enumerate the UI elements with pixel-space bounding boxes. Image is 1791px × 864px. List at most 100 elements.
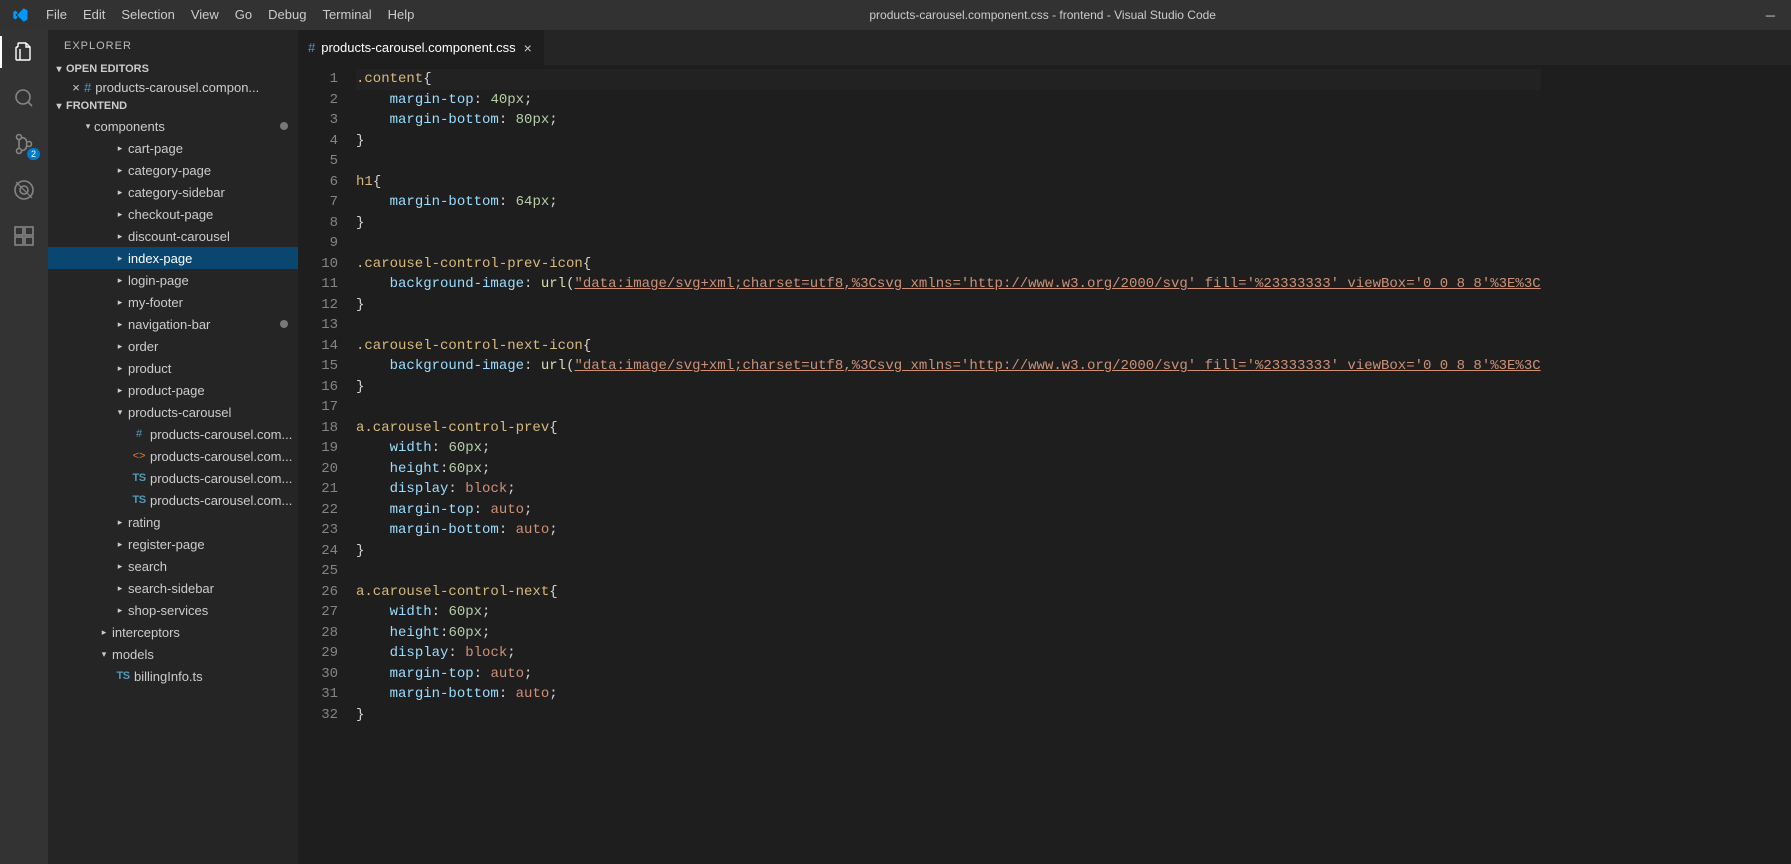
code-line[interactable]: margin-top: auto; <box>356 500 1541 521</box>
close-icon[interactable]: × <box>68 80 84 95</box>
tree-folder[interactable]: ▸interceptors <box>48 621 298 643</box>
tab-bar: # products-carousel.component.css × <box>298 30 1791 65</box>
code-line[interactable]: display: block; <box>356 479 1541 500</box>
code-line[interactable]: margin-top: 40px; <box>356 90 1541 111</box>
code-line[interactable]: width: 60px; <box>356 438 1541 459</box>
workspace-header[interactable]: ▾ FRONTEND <box>48 97 298 115</box>
line-number: 15 <box>298 356 338 377</box>
debug-icon[interactable] <box>10 176 38 204</box>
code-line[interactable]: margin-bottom: 80px; <box>356 110 1541 131</box>
tree-folder[interactable]: ▸product-page <box>48 379 298 401</box>
minimize-button[interactable]: ─ <box>1766 8 1775 23</box>
tree-folder[interactable]: ▸cart-page <box>48 137 298 159</box>
tree-item-label: interceptors <box>112 625 180 640</box>
open-editors-header[interactable]: ▾ OPEN EDITORS <box>48 60 298 78</box>
code-line[interactable]: margin-bottom: 64px; <box>356 192 1541 213</box>
code-line[interactable]: background-image: url("data:image/svg+xm… <box>356 356 1541 377</box>
search-icon[interactable] <box>10 84 38 112</box>
line-number: 11 <box>298 274 338 295</box>
code-line[interactable]: height:60px; <box>356 623 1541 644</box>
code-line[interactable]: } <box>356 131 1541 152</box>
code-line[interactable]: height:60px; <box>356 459 1541 480</box>
code-line[interactable]: margin-bottom: auto; <box>356 520 1541 541</box>
code-line[interactable]: } <box>356 705 1541 726</box>
code-line[interactable]: a.carousel-control-prev{ <box>356 418 1541 439</box>
tree-folder[interactable]: ▾models <box>48 643 298 665</box>
extensions-icon[interactable] <box>10 222 38 250</box>
tree-folder[interactable]: ▸category-sidebar <box>48 181 298 203</box>
code-line[interactable]: h1{ <box>356 172 1541 193</box>
editor-group: # products-carousel.component.css × 1234… <box>298 30 1791 864</box>
code-line[interactable]: } <box>356 213 1541 234</box>
tree-folder[interactable]: ▸search <box>48 555 298 577</box>
window-title: products-carousel.component.css - fronte… <box>422 8 1663 22</box>
chevron-right-icon: ▸ <box>114 319 126 330</box>
open-editor-item[interactable]: × # products-carousel.compon... <box>48 78 298 97</box>
tree-folder[interactable]: ▸order <box>48 335 298 357</box>
line-number: 5 <box>298 151 338 172</box>
tree-folder[interactable]: ▸category-page <box>48 159 298 181</box>
code-line[interactable]: } <box>356 541 1541 562</box>
tree-folder[interactable]: ▸product <box>48 357 298 379</box>
tree-folder[interactable]: ▸shop-services <box>48 599 298 621</box>
menu-view[interactable]: View <box>183 0 227 30</box>
code-line[interactable]: width: 60px; <box>356 602 1541 623</box>
code-line[interactable]: } <box>356 377 1541 398</box>
tree-folder[interactable]: ▸navigation-bar <box>48 313 298 335</box>
source-control-icon[interactable]: 2 <box>10 130 38 158</box>
explorer-icon[interactable] <box>10 38 38 66</box>
code-line[interactable] <box>356 233 1541 254</box>
code-line[interactable]: display: block; <box>356 643 1541 664</box>
line-number: 27 <box>298 602 338 623</box>
code-line[interactable] <box>356 397 1541 418</box>
menu-terminal[interactable]: Terminal <box>314 0 379 30</box>
sidebar-title: EXPLORER <box>48 30 298 60</box>
tree-folder[interactable]: ▸login-page <box>48 269 298 291</box>
menu-debug[interactable]: Debug <box>260 0 314 30</box>
tree-file[interactable]: TSproducts-carousel.com... <box>48 489 298 511</box>
code-content[interactable]: .content{ margin-top: 40px; margin-botto… <box>356 65 1541 864</box>
code-line[interactable] <box>356 151 1541 172</box>
tree-file[interactable]: #products-carousel.com... <box>48 423 298 445</box>
tree-item-label: products-carousel.com... <box>150 471 292 486</box>
line-number: 7 <box>298 192 338 213</box>
line-number-gutter: 1234567891011121314151617181920212223242… <box>298 65 356 864</box>
code-line[interactable]: .content{ <box>356 69 1541 90</box>
tree-folder[interactable]: ▸my-footer <box>48 291 298 313</box>
vscode-logo-icon <box>8 3 32 27</box>
code-line[interactable] <box>356 561 1541 582</box>
close-icon[interactable]: × <box>522 40 534 56</box>
code-line[interactable]: margin-top: auto; <box>356 664 1541 685</box>
code-line[interactable] <box>356 315 1541 336</box>
chevron-right-icon: ▸ <box>114 539 126 550</box>
tree-folder[interactable]: ▾products-carousel <box>48 401 298 423</box>
code-line[interactable]: .carousel-control-prev-icon{ <box>356 254 1541 275</box>
tree-folder[interactable]: ▸register-page <box>48 533 298 555</box>
tree-item-label: order <box>128 339 158 354</box>
code-editor[interactable]: 1234567891011121314151617181920212223242… <box>298 65 1791 864</box>
menu-go[interactable]: Go <box>227 0 260 30</box>
tree-file[interactable]: TSproducts-carousel.com... <box>48 467 298 489</box>
tree-folder[interactable]: ▸checkout-page <box>48 203 298 225</box>
menu-help[interactable]: Help <box>380 0 423 30</box>
tree-folder[interactable]: ▸search-sidebar <box>48 577 298 599</box>
line-number: 12 <box>298 295 338 316</box>
tree-folder[interactable]: ▸discount-carousel <box>48 225 298 247</box>
tree-folder-components[interactable]: ▾ components <box>48 115 298 137</box>
tree-file[interactable]: <>products-carousel.com... <box>48 445 298 467</box>
line-number: 8 <box>298 213 338 234</box>
tree-folder[interactable]: ▸index-page <box>48 247 298 269</box>
chevron-right-icon: ▸ <box>114 583 126 594</box>
menu-selection[interactable]: Selection <box>113 0 182 30</box>
menu-edit[interactable]: Edit <box>75 0 113 30</box>
code-line[interactable]: background-image: url("data:image/svg+xm… <box>356 274 1541 295</box>
tree-item-label: components <box>94 119 165 134</box>
code-line[interactable]: margin-bottom: auto; <box>356 684 1541 705</box>
code-line[interactable]: .carousel-control-next-icon{ <box>356 336 1541 357</box>
tree-file[interactable]: TSbillingInfo.ts <box>48 665 298 687</box>
code-line[interactable]: } <box>356 295 1541 316</box>
editor-tab[interactable]: # products-carousel.component.css × <box>298 30 545 65</box>
code-line[interactable]: a.carousel-control-next{ <box>356 582 1541 603</box>
menu-file[interactable]: File <box>38 0 75 30</box>
tree-folder[interactable]: ▸rating <box>48 511 298 533</box>
